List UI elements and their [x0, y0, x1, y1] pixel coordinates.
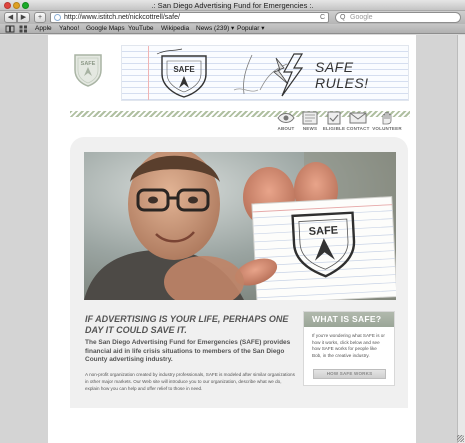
lightning-sketch-icon [281, 53, 304, 97]
nav-volunteer-label: VOLUNTEER [372, 126, 402, 131]
bookmark-youtube[interactable]: YouTube [128, 24, 154, 34]
nav-contact[interactable]: CONTACT [346, 110, 370, 134]
bookmark-popular-menu[interactable]: Popular ▾ [237, 24, 264, 34]
bookmark-news-menu[interactable]: News (239) ▾ [196, 24, 234, 34]
main-nav: ABOUT NEWS ELIGIBLE CONTACT VOLUNTEER [270, 110, 410, 134]
search-icon: Q [340, 14, 346, 21]
card-badge-text: SAFE [308, 225, 338, 239]
sidebox-text: If you're wondering what SAFE is or how … [312, 333, 385, 358]
header-banner: SAFE SAFE RULES! [121, 45, 409, 101]
nav-about-label: ABOUT [277, 126, 295, 131]
safe-logo[interactable]: SAFE [72, 52, 104, 88]
nav-about[interactable]: ABOUT [274, 110, 298, 134]
address-bar[interactable]: http://www.istitch.net/nickcottrell/safe… [50, 12, 329, 23]
back-button[interactable]: ◀ [4, 12, 17, 23]
grid-icon[interactable] [19, 25, 28, 33]
newspaper-icon [302, 111, 318, 125]
search-placeholder: Google [350, 14, 373, 21]
forward-button[interactable]: ▶ [17, 12, 30, 23]
nav-volunteer[interactable]: VOLUNTEER [372, 110, 402, 134]
page-scrollbar[interactable] [457, 35, 465, 443]
banner-slogan: SAFE RULES! [315, 59, 369, 91]
logo-text: SAFE [81, 61, 96, 67]
resize-grip[interactable] [457, 435, 464, 442]
nav-news-label: NEWS [302, 126, 318, 131]
hero-image: SAFE [84, 152, 396, 300]
search-input[interactable]: Q Google [335, 12, 461, 23]
address-text[interactable]: http://www.istitch.net/nickcottrell/safe… [64, 13, 180, 22]
bookmark-wikipedia[interactable]: Wikipedia [161, 24, 189, 34]
body-paragraph: A non-profit organization created by ind… [85, 372, 295, 391]
nav-eligible[interactable]: ELIGIBLE [322, 110, 346, 134]
bookmark-google-maps[interactable]: Google Maps [86, 24, 125, 34]
window-title: .: San Diego Advertising Fund for Emerge… [151, 1, 314, 10]
window-titlebar: .: San Diego Advertising Fund for Emerge… [0, 0, 465, 11]
what-is-safe-box: WHAT IS SAFE? If you're wondering what S… [303, 311, 395, 386]
page-tagline: If advertising is your life, perhaps one… [85, 314, 289, 335]
globe-icon [54, 14, 61, 21]
bookmark-apple[interactable]: Apple [35, 24, 52, 34]
sidebox-heading: WHAT IS SAFE? [304, 312, 394, 327]
hand-icon [382, 112, 392, 125]
reload-icon[interactable]: C [320, 13, 325, 22]
lead-paragraph: The San Diego Advertising Fund for Emerg… [85, 339, 291, 363]
how-safe-works-button[interactable]: HOW SAFE WORKS [313, 369, 386, 379]
sketch-badge-text: SAFE [173, 65, 195, 74]
browser-toolbar: ◀ ▶ + http://www.istitch.net/nickcottrel… [0, 11, 465, 24]
hero-photo: SAFE [84, 152, 396, 300]
nav-news[interactable]: NEWS [298, 110, 322, 134]
shield-sketch-icon: SAFE [156, 48, 207, 98]
bookmark-yahoo[interactable]: Yahoo! [59, 24, 79, 34]
eye-icon [277, 113, 295, 123]
bookmarks-bar: Apple Yahoo! Google Maps YouTube Wikiped… [0, 24, 465, 34]
nav-contact-label: CONTACT [346, 126, 370, 131]
book-icon[interactable] [5, 25, 15, 33]
nav-eligible-label: ELIGIBLE [322, 126, 346, 131]
add-bookmark-button[interactable]: + [34, 12, 46, 23]
checklist-icon [327, 111, 341, 125]
envelope-icon [349, 112, 367, 124]
